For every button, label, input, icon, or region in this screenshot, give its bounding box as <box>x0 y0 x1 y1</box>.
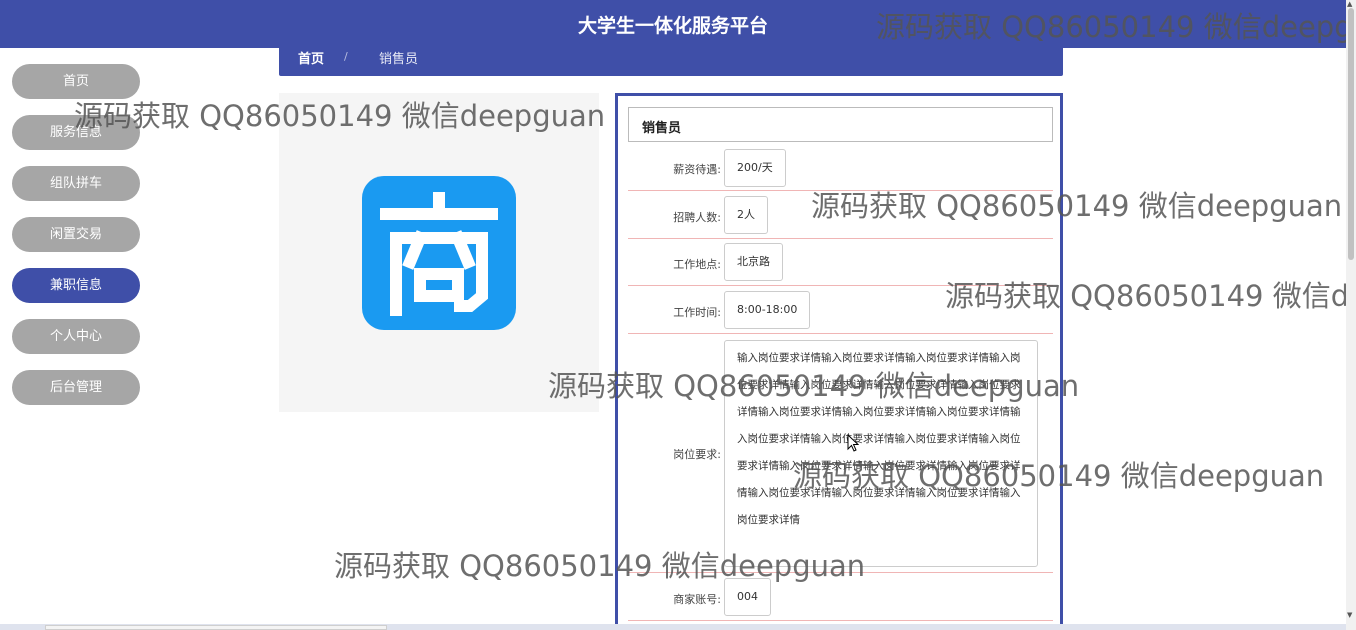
job-detail-panel: 销售员 薪资待遇: 200/天 招聘人数: 2人 工作地点: 北京路 工作时间:… <box>615 93 1063 630</box>
location-value[interactable]: 北京路 <box>724 243 783 281</box>
job-title-header: 销售员 <box>628 107 1053 142</box>
location-label: 工作地点: <box>673 258 721 271</box>
salary-label: 薪资待遇: <box>673 163 721 176</box>
requirements-label: 岗位要求: <box>673 448 721 461</box>
breadcrumb-current: 销售员 <box>379 52 419 67</box>
horizontal-scrollbar-thumb[interactable] <box>45 625 387 630</box>
field-hours: 工作时间: 8:00-18:00 <box>628 286 1053 334</box>
job-image-panel <box>279 93 599 412</box>
merchant-value[interactable]: 004 <box>724 578 771 616</box>
vertical-scrollbar-thumb[interactable] <box>1348 8 1354 260</box>
merchant-logo-icon <box>362 176 516 330</box>
field-location: 工作地点: 北京路 <box>628 239 1053 286</box>
sidebar-item-parttime[interactable]: 兼职信息 <box>12 268 140 303</box>
job-title: 销售员 <box>642 121 682 136</box>
top-header-bar: 大学生一体化服务平台 <box>0 0 1346 48</box>
field-merchant: 商家账号: 004 <box>628 573 1053 621</box>
headcount-label: 招聘人数: <box>673 211 721 224</box>
sidebar-item-profile[interactable]: 个人中心 <box>12 319 140 354</box>
field-headcount: 招聘人数: 2人 <box>628 191 1053 239</box>
vertical-scrollbar[interactable]: ▲ ▼ <box>1346 0 1356 630</box>
sidebar-item-secondhand[interactable]: 闲置交易 <box>12 217 140 252</box>
scroll-up-arrow-icon[interactable]: ▲ <box>1347 0 1352 8</box>
merchant-label: 商家账号: <box>673 593 721 606</box>
field-requirements: 岗位要求: 输入岗位要求详情输入岗位要求详情输入岗位要求详情输入岗位要求详情输入… <box>628 334 1053 573</box>
field-salary: 薪资待遇: 200/天 <box>628 146 1053 191</box>
breadcrumb: 首页 / 销售员 <box>279 44 1063 76</box>
sidebar-item-admin[interactable]: 后台管理 <box>12 370 140 405</box>
requirements-textarea[interactable]: 输入岗位要求详情输入岗位要求详情输入岗位要求详情输入岗位要求详情输入岗位要求详情… <box>724 340 1038 567</box>
mouse-cursor-icon <box>847 433 860 456</box>
headcount-value[interactable]: 2人 <box>724 196 768 234</box>
salary-value[interactable]: 200/天 <box>724 149 786 187</box>
site-title: 大学生一体化服务平台 <box>577 15 768 37</box>
scroll-down-arrow-icon[interactable]: ▼ <box>1347 611 1352 619</box>
horizontal-scrollbar[interactable] <box>0 624 1346 630</box>
sidebar-item-home[interactable]: 首页 <box>12 64 140 99</box>
hours-label: 工作时间: <box>673 306 721 319</box>
breadcrumb-separator: / <box>344 50 348 63</box>
sidebar-item-carpool[interactable]: 组队拼车 <box>12 166 140 201</box>
sidebar-item-service-info[interactable]: 服务信息 <box>12 115 140 150</box>
hours-value[interactable]: 8:00-18:00 <box>724 291 811 329</box>
breadcrumb-home-link[interactable]: 首页 <box>298 48 324 67</box>
